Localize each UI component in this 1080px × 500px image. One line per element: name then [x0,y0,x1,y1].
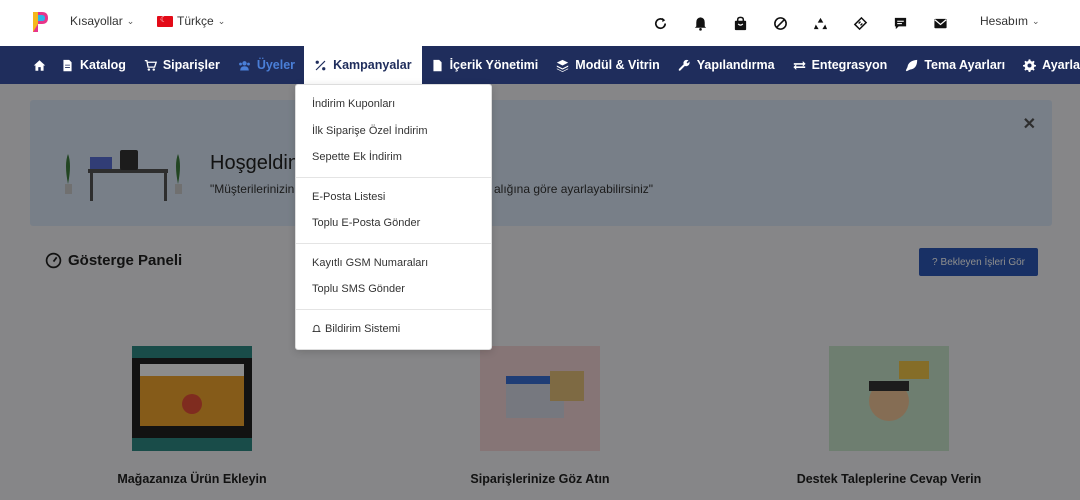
nav-yapilandirma[interactable]: Yapılandırma [669,46,784,84]
layers-icon [557,59,569,72]
nav-label: Kampanyalar [333,58,412,72]
divider [296,176,491,178]
top-bar: Kısayollar ⌄ Türkçe ⌄ Hes [0,0,1080,46]
menu-item-first-order-discount[interactable]: İlk Siparişe Özel İndirim [296,118,491,145]
chat-icon[interactable] [880,0,920,46]
shopping-bag-icon[interactable] [720,0,760,46]
wrench-icon [678,59,690,71]
menu-item-notification-system[interactable]: Bildirim Sistemi [296,316,491,343]
nav-label: Katalog [80,58,126,72]
menu-item-bulk-sms[interactable]: Toplu SMS Gönder [296,276,491,303]
nav-label: Modül & Vitrin [575,58,660,72]
refresh-icon[interactable] [640,0,680,46]
gear-icon [1023,58,1037,72]
nav-katalog[interactable]: Katalog [52,46,135,84]
nav-modul-vitrin[interactable]: Modül & Vitrin [547,46,669,84]
nav-label: Üyeler [256,58,296,72]
chevron-down-icon: ⌄ [126,15,135,26]
file-icon [63,59,72,71]
mail-icon[interactable] [920,0,960,46]
nav-label: İçerik Yönetimi [449,58,539,72]
home-icon [33,59,46,71]
turkey-flag-icon [157,15,173,27]
nav-label: Yapılandırma [696,58,775,72]
nav-kampanyalar[interactable]: Kampanyalar [304,46,422,84]
nav-entegrasyon[interactable]: Entegrasyon [784,46,897,84]
exchange-icon [793,60,806,70]
nav-tema-ayarlari[interactable]: Tema Ayarları [896,46,1014,84]
language-label: Türkçe [177,14,214,28]
app-logo[interactable] [30,10,50,34]
nav-label: Tema Ayarları [924,58,1006,72]
main-nav: Katalog Siparişler Üyeler Kampanyalar İç… [0,46,1080,84]
page-icon [433,59,442,71]
kampanyalar-dropdown: İndirim Kuponları İlk Siparişe Özel İndi… [295,84,492,350]
menu-item-discount-coupons[interactable]: İndirim Kuponları [296,91,491,118]
chevron-down-icon: ⌄ [217,15,226,26]
menu-item-cart-discount[interactable]: Sepette Ek İndirim [296,144,491,171]
language-selector[interactable]: Türkçe ⌄ [157,14,225,28]
block-icon[interactable] [760,0,800,46]
recycle-icon[interactable] [800,0,840,46]
ticket-icon[interactable] [840,0,880,46]
account-label: Hesabım [980,14,1029,28]
modal-overlay[interactable] [0,84,1080,500]
bell-icon[interactable] [680,0,720,46]
chevron-down-icon: ⌄ [1032,15,1040,26]
nav-label: Entegrasyon [811,58,888,72]
nav-ayarlar[interactable]: Ayarlar [1014,46,1080,84]
menu-item-email-list[interactable]: E-Posta Listesi [296,184,491,211]
nav-label: Ayarlar [1042,58,1080,72]
leaf-icon [906,59,918,71]
shortcuts-label: Kısayollar [70,14,123,28]
users-icon [238,60,250,71]
nav-label: Siparişler [162,58,220,72]
cart-icon [144,59,157,71]
nav-icerik-yonetimi[interactable]: İçerik Yönetimi [422,46,548,84]
percent-icon [315,60,326,70]
account-menu[interactable]: Hesabım ⌄ [980,14,1040,28]
shortcuts-menu[interactable]: Kısayollar ⌄ [70,14,134,28]
divider [296,242,491,244]
bell-icon [312,324,321,332]
nav-siparisler[interactable]: Siparişler [135,46,229,84]
nav-uyeler[interactable]: Üyeler [229,46,304,84]
menu-item-label: Bildirim Sistemi [325,322,401,335]
menu-item-gsm-numbers[interactable]: Kayıtlı GSM Numaraları [296,250,491,277]
divider [296,308,491,310]
nav-home[interactable] [0,46,52,84]
menu-item-bulk-email[interactable]: Toplu E-Posta Gönder [296,210,491,237]
